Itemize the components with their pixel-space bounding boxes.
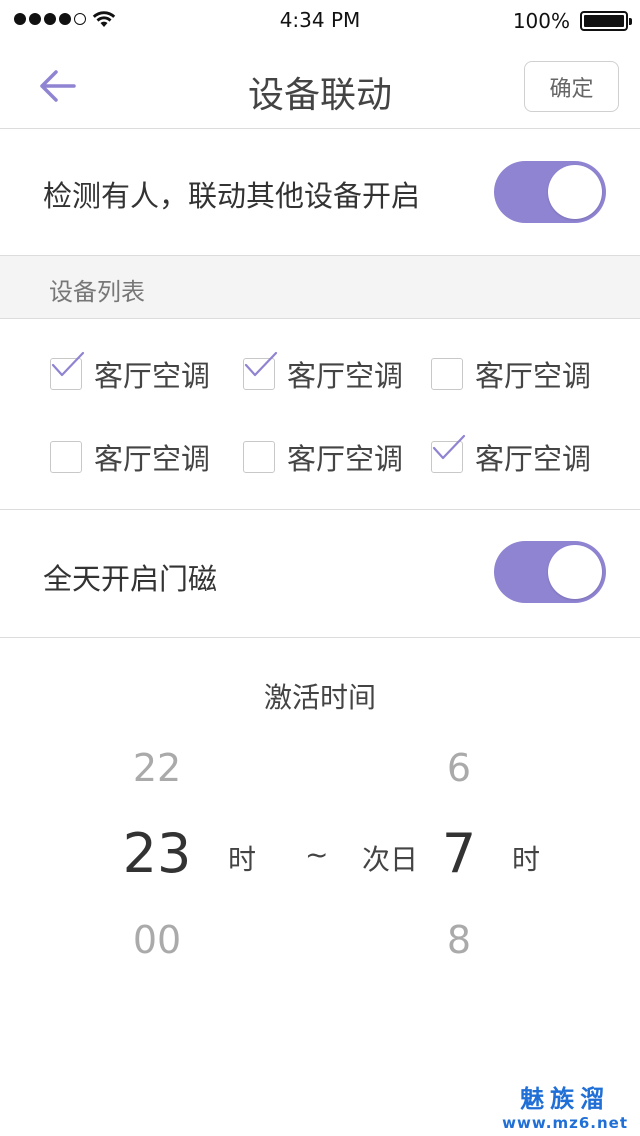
device-list-header: 设备列表 (0, 256, 640, 319)
start-hour-next[interactable]: 00 (97, 918, 217, 962)
door-sensor-toggle[interactable] (494, 541, 606, 603)
device-label: 客厅空调 (475, 359, 592, 393)
activation-time-title: 激活时间 (263, 681, 376, 714)
watermark-logo: 魅族溜 www.mz6.net (502, 1079, 628, 1132)
end-hour-selected[interactable]: 7 (399, 822, 519, 885)
device-grid: 客厅空调 客厅空调 客厅空调 客厅空调 客厅空调 客厅空调 (0, 319, 640, 510)
device-item[interactable]: 客厅空调 (50, 437, 210, 477)
device-checkbox[interactable] (50, 351, 85, 390)
end-hour-next[interactable]: 8 (399, 918, 519, 962)
watermark-title: 魅族溜 (520, 1085, 611, 1113)
device-list-title: 设备列表 (49, 278, 145, 306)
device-label: 客厅空调 (94, 359, 211, 393)
device-checkbox[interactable] (243, 441, 275, 473)
door-sensor-row: 全天开启门磁 (0, 510, 640, 638)
device-item[interactable]: 客厅空调 (431, 354, 591, 394)
device-item[interactable]: 客厅空调 (243, 351, 404, 394)
confirm-button[interactable]: 确定 (524, 61, 619, 112)
device-checkbox[interactable] (431, 434, 466, 473)
door-sensor-label: 全天开启门磁 (43, 562, 218, 596)
device-item[interactable]: 客厅空调 (50, 351, 211, 394)
device-label: 客厅空调 (94, 442, 211, 476)
nav-bar: 设备联动 确定 (0, 40, 640, 129)
time-range-separator: ~ (305, 838, 329, 871)
status-bar: 4:34 PM 100% (0, 0, 640, 40)
device-item[interactable]: 客厅空调 (431, 434, 592, 477)
device-checkbox[interactable] (431, 358, 463, 390)
battery-icon (580, 11, 632, 31)
start-hour-prev[interactable]: 22 (97, 746, 217, 790)
device-item[interactable]: 客厅空调 (243, 437, 403, 477)
battery-percentage: 100% (512, 9, 570, 33)
checkmark-icon (51, 351, 85, 377)
device-checkbox[interactable] (243, 351, 278, 390)
toggle-knob (548, 165, 602, 219)
checkmark-icon (244, 351, 278, 377)
motion-linkage-row: 检测有人，联动其他设备开启 (0, 129, 640, 256)
motion-linkage-toggle[interactable] (494, 161, 606, 223)
checkmark-icon (432, 434, 466, 460)
device-label: 客厅空调 (287, 442, 404, 476)
end-hour-unit: 时 (512, 843, 541, 876)
device-label: 客厅空调 (475, 442, 592, 476)
device-label: 客厅空调 (287, 359, 404, 393)
toggle-knob (548, 545, 602, 599)
device-checkbox[interactable] (50, 441, 82, 473)
end-hour-prev[interactable]: 6 (399, 746, 519, 790)
start-hour-selected[interactable]: 23 (97, 822, 217, 885)
start-hour-unit: 时 (228, 843, 257, 876)
watermark-url: www.mz6.net (502, 1114, 628, 1132)
motion-linkage-label: 检测有人，联动其他设备开启 (43, 179, 421, 213)
